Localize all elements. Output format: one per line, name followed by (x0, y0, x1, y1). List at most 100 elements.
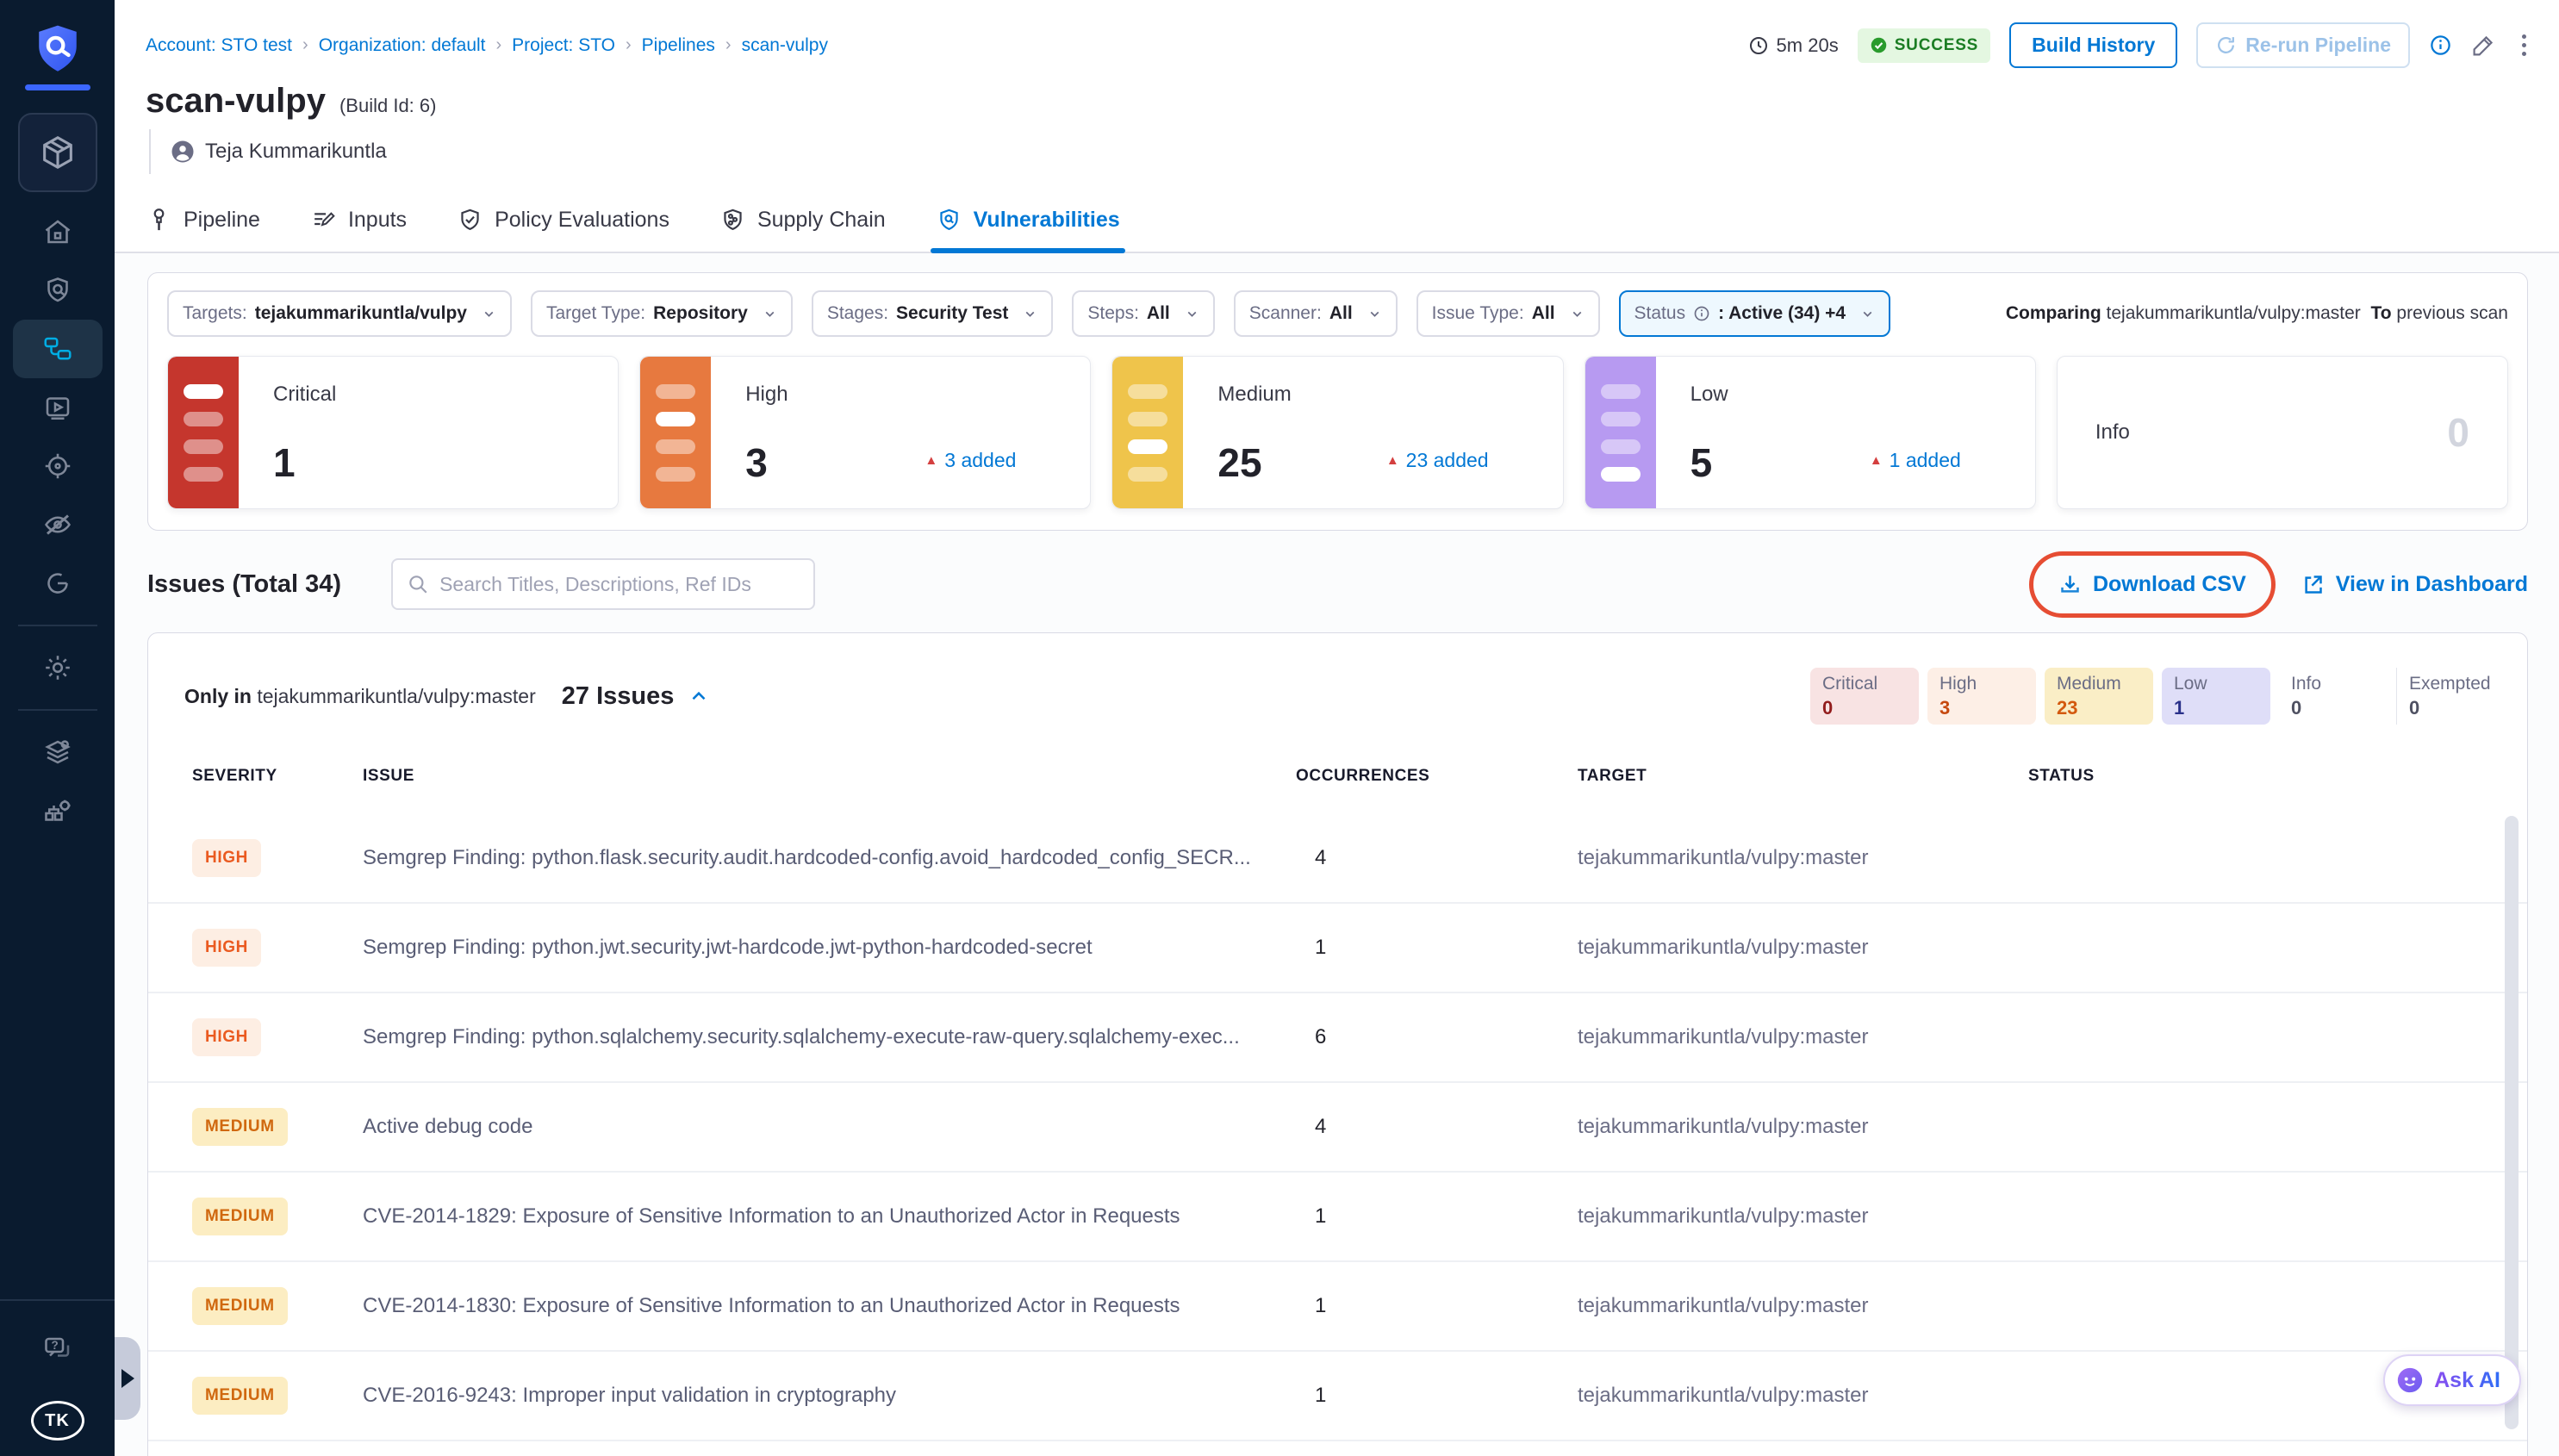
view-in-dashboard-button[interactable]: View in Dashboard (2301, 572, 2528, 597)
tab-supply-chain[interactable]: Supply Chain (719, 188, 886, 252)
shield-search-logo-icon (33, 22, 83, 72)
chevron-down-icon (1185, 307, 1199, 321)
sidebar-item-executions[interactable] (13, 378, 103, 437)
issue-title: CVE-2016-9243: Improper input validation… (363, 1384, 1296, 1408)
filter-targets[interactable]: Targets: tejakummarikuntla/vulpy (167, 290, 512, 337)
issue-title: Semgrep Finding: python.jwt.security.jwt… (363, 936, 1296, 960)
download-icon (2058, 573, 2082, 596)
table-row[interactable]: MEDIUM CVE-2017-11424: PyJWT: key confus… (148, 1441, 2527, 1456)
divider (0, 1299, 115, 1301)
filters-card: Targets: tejakummarikuntla/vulpy Target … (147, 272, 2528, 531)
tab-policy-evaluations[interactable]: Policy Evaluations (457, 188, 669, 252)
refresh-icon (2215, 34, 2237, 56)
severity-card-info[interactable]: Info 0 (2057, 356, 2508, 509)
filter-scanner[interactable]: Scanner: All (1234, 290, 1398, 337)
target-value: tejakummarikuntla/vulpy:master (1578, 1294, 2028, 1318)
severity-card-critical[interactable]: Critical 1 (167, 356, 619, 509)
ask-ai-robot-icon (2395, 1366, 2425, 1395)
table-row[interactable]: MEDIUM Active debug code 4 tejakummariku… (148, 1083, 2527, 1173)
sidebar-item-org-settings[interactable] (13, 781, 103, 840)
chip-exempted[interactable]: Exempted 0 (2396, 668, 2505, 725)
breadcrumb-link[interactable]: scan-vulpy (742, 35, 828, 56)
table-row[interactable]: MEDIUM CVE-2014-1830: Exposure of Sensit… (148, 1262, 2527, 1352)
user-avatar[interactable]: TK (31, 1401, 84, 1440)
download-csv-button[interactable]: Download CSV (2058, 572, 2246, 597)
severity-card-high[interactable]: High 3 ▲ 3 added (639, 356, 1091, 509)
chip-high[interactable]: High 3 (1927, 668, 2036, 725)
group-header: Only in tejakummarikuntla/vulpy:master 2… (148, 633, 2527, 750)
table-row[interactable]: MEDIUM CVE-2014-1829: Exposure of Sensit… (148, 1173, 2527, 1262)
issues-search[interactable] (391, 558, 815, 610)
scrollbar-thumb[interactable] (2505, 816, 2519, 1429)
shield-search-icon (936, 207, 962, 233)
search-input[interactable] (439, 573, 800, 596)
sidebar-item-home[interactable] (13, 202, 103, 261)
tab-pipeline[interactable]: Pipeline (146, 188, 260, 252)
issue-title: Semgrep Finding: python.sqlalchemy.secur… (363, 1025, 1296, 1049)
ask-ai-label: Ask AI (2434, 1368, 2500, 1393)
issue-title: CVE-2014-1829: Exposure of Sensitive Inf… (363, 1204, 1296, 1229)
sidebar-item-default-settings[interactable] (13, 723, 103, 781)
info-icon[interactable] (2429, 34, 2452, 57)
sidebar-expand-handle[interactable] (115, 1337, 140, 1420)
occurrences-value: 1 (1296, 1204, 1578, 1229)
tab-inputs[interactable]: Inputs (310, 188, 407, 252)
added-delta: ▲ 1 added (1870, 449, 1961, 472)
triangle-up-icon: ▲ (1870, 453, 1883, 468)
ask-ai-button[interactable]: Ask AI (2383, 1354, 2521, 1406)
filter-status[interactable]: Status : Active (34) +4 (1619, 290, 1891, 337)
build-id: (Build Id: 6) (339, 95, 437, 117)
chevron-down-icon (1023, 307, 1037, 321)
table-row[interactable]: HIGH Semgrep Finding: python.flask.secur… (148, 814, 2527, 904)
breadcrumb-link[interactable]: Account: STO test (146, 35, 292, 56)
occurrences-value: 1 (1296, 1384, 1578, 1408)
triangle-up-icon: ▲ (925, 453, 937, 468)
severity-stripe (168, 357, 239, 508)
rerun-pipeline-button[interactable]: Re-run Pipeline (2196, 22, 2410, 68)
severity-card-medium[interactable]: Medium 25 ▲ 23 added (1111, 356, 1563, 509)
table-row[interactable]: HIGH Semgrep Finding: python.sqlalchemy.… (148, 993, 2527, 1083)
svg-text:?: ? (51, 1339, 58, 1352)
search-icon (407, 573, 429, 595)
filter-targettype[interactable]: Target Type: Repository (531, 290, 793, 337)
collapse-chevron-icon[interactable] (688, 685, 710, 707)
kebab-menu-icon[interactable] (2515, 31, 2533, 59)
severity-card-low[interactable]: Low 5 ▲ 1 added (1585, 356, 2036, 509)
breadcrumb-link[interactable]: Pipelines (642, 35, 715, 56)
user-icon (170, 139, 196, 165)
tab-vulnerabilities[interactable]: Vulnerabilities (936, 188, 1120, 252)
chip-info[interactable]: Info 0 (2279, 668, 2388, 725)
sidebar-item-power[interactable] (13, 554, 103, 613)
target-value: tejakummarikuntla/vulpy:master (1578, 846, 2028, 870)
column-header-target: TARGET (1578, 767, 2028, 786)
occurrences-value: 4 (1296, 1115, 1578, 1139)
sidebar-item-targets[interactable] (13, 437, 103, 495)
chip-low[interactable]: Low 1 (2162, 668, 2270, 725)
sidebar-item-eye-off[interactable] (13, 495, 103, 554)
help-chat-icon[interactable]: ? (13, 1320, 103, 1378)
filter-issuetype[interactable]: Issue Type: All (1416, 290, 1600, 337)
sidebar-item-settings[interactable] (13, 638, 103, 697)
harness-sto-logo[interactable] (25, 22, 90, 90)
breadcrumb-link[interactable]: Project: STO (512, 35, 615, 56)
group-issues-count: 27 Issues (562, 682, 675, 711)
breadcrumb-link[interactable]: Organization: default (319, 35, 486, 56)
sidebar-item-scan-shield[interactable] (13, 261, 103, 320)
table-row[interactable]: HIGH Semgrep Finding: python.jwt.securit… (148, 904, 2527, 993)
toolbar-actions: Download CSV View in Dashboard (2058, 572, 2528, 597)
filter-stages[interactable]: Stages: Security Test (812, 290, 1054, 337)
build-history-button[interactable]: Build History (2009, 22, 2177, 68)
chip-critical[interactable]: Critical 0 (1810, 668, 1919, 725)
logo-underline (25, 84, 90, 90)
occurrences-value: 4 (1296, 846, 1578, 870)
chevron-down-icon (763, 307, 777, 321)
sidebar-item-pipelines[interactable] (13, 320, 103, 378)
target-value: tejakummarikuntla/vulpy:master (1578, 1204, 2028, 1229)
table-row[interactable]: MEDIUM CVE-2016-9243: Improper input val… (148, 1352, 2527, 1441)
filter-steps[interactable]: Steps: All (1072, 290, 1214, 337)
edit-pencil-icon[interactable] (2471, 33, 2496, 58)
occurrences-value: 6 (1296, 1025, 1578, 1049)
chip-medium[interactable]: Medium 23 (2045, 668, 2153, 725)
module-selector[interactable] (18, 113, 97, 192)
tabs: Pipeline Inputs Policy Evaluations Suppl… (115, 188, 2559, 253)
